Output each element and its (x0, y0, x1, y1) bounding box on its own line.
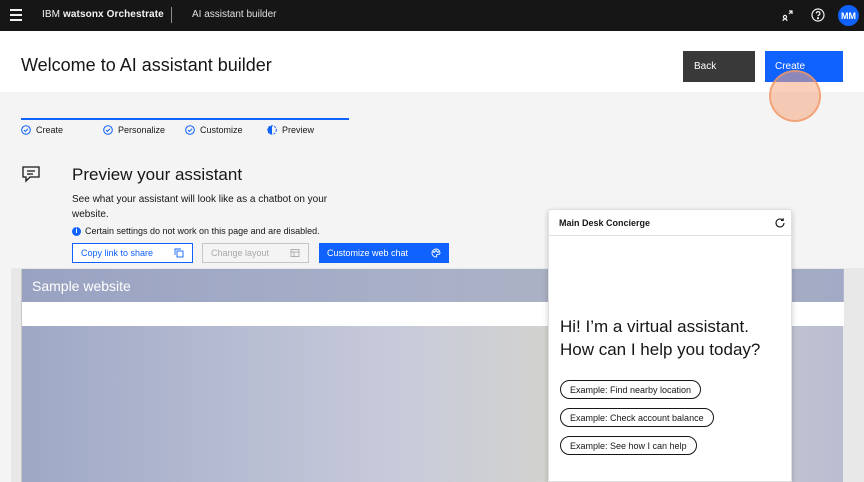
step-preview[interactable]: Preview (267, 125, 314, 135)
change-layout-button: Change layout (202, 243, 309, 263)
chat-greeting: Hi! I’m a virtual assistant. How can I h… (560, 317, 761, 359)
step-create[interactable]: Create (21, 125, 63, 135)
step-customize[interactable]: Customize (185, 125, 243, 135)
brand-prefix: IBM (42, 9, 61, 20)
customize-web-chat-button[interactable]: Customize web chat (319, 243, 449, 263)
checkmark-outline-icon (103, 125, 113, 135)
copy-link-label: Copy link to share (81, 248, 154, 258)
assistant-name: Main Desk Concierge (559, 218, 651, 228)
incomplete-icon (267, 125, 277, 135)
chat-widget: Main Desk Concierge Hi! I’m a virtual as… (548, 209, 793, 482)
chat-header: Main Desk Concierge (549, 210, 793, 236)
change-layout-label: Change layout (211, 248, 270, 258)
section-title: Preview your assistant (72, 165, 243, 184)
help-icon[interactable] (811, 8, 825, 22)
nav-page-name: AI assistant builder (192, 9, 277, 20)
step-personalize[interactable]: Personalize (103, 125, 165, 135)
progress-indicator: Create Personalize Customize Preview (21, 117, 349, 141)
page-title: Welcome to AI assistant builder (21, 55, 272, 75)
page-header: Welcome to AI assistant builder Back Cre… (0, 31, 864, 122)
copy-link-button[interactable]: Copy link to share (72, 243, 193, 263)
sample-website-title: Sample website (32, 278, 131, 294)
section-description: See what your assistant will look like a… (72, 194, 328, 220)
checkmark-outline-icon (21, 125, 31, 135)
checkmark-outline-icon (185, 125, 195, 135)
user-avatar[interactable]: MM (838, 5, 859, 26)
palette-icon (431, 248, 441, 258)
step-label: Create (36, 125, 64, 135)
example-chip[interactable]: Example: See how I can help (560, 436, 697, 455)
example-chip[interactable]: Example: Check account balance (560, 408, 714, 427)
customize-label: Customize web chat (327, 248, 409, 258)
layout-icon (290, 249, 300, 257)
back-button[interactable]: Back (683, 51, 755, 82)
settings-note-text: Certain settings do not work on this pag… (85, 226, 320, 236)
step-label: Personalize (118, 125, 166, 135)
step-label: Preview (282, 125, 315, 135)
chat-bubble-icon (21, 165, 41, 183)
step-label: Customize (200, 125, 243, 135)
example-chip[interactable]: Example: Find nearby location (560, 380, 702, 399)
nav-divider (171, 7, 172, 23)
top-nav-bar: IBM watsonx Orchestrate AI assistant bui… (0, 0, 864, 31)
menu-icon[interactable] (10, 9, 22, 21)
copy-icon (174, 248, 184, 258)
settings-note: i Certain settings do not work on this p… (72, 226, 320, 236)
click-indicator (769, 70, 821, 122)
product-brand[interactable]: IBM watsonx Orchestrate (42, 9, 164, 20)
brand-product: watsonx Orchestrate (62, 9, 164, 20)
info-icon: i (72, 226, 81, 236)
restart-icon[interactable] (774, 216, 786, 228)
progress-line (21, 118, 349, 120)
switcher-icon[interactable] (781, 8, 795, 22)
